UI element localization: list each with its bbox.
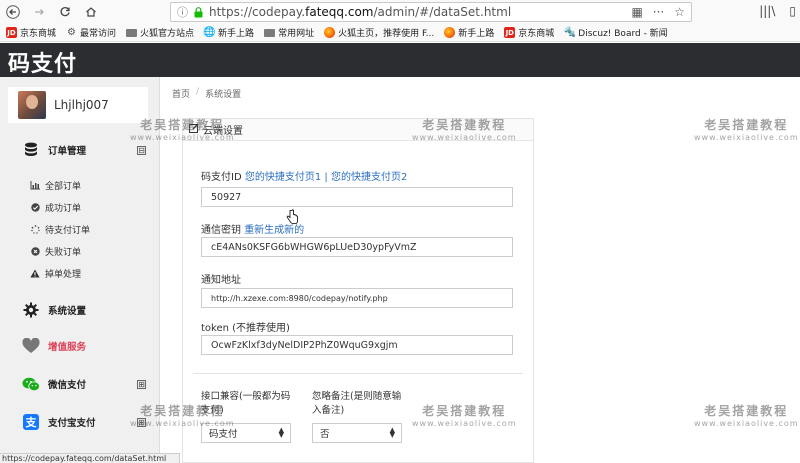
x-circle-icon	[30, 246, 40, 256]
collapse-icon[interactable]: ⊟	[137, 145, 146, 155]
bookmark-discuz[interactable]: 🔩 Discuz! Board - 新闻	[563, 26, 668, 39]
bookmarks-toolbar: JD 京东商城 ⚙ 最常访问 火狐官方站点 🌐 新手上路 常用网址 火狐主页，推荐使用…	[0, 24, 800, 42]
code-id-label: 码支付ID 您的快捷支付页1 | 您的快捷支付页2	[201, 172, 408, 183]
status-bar-url: https://codepay.fateqq.com/dataSet.html	[0, 453, 180, 463]
sidebar-toggle-icon[interactable]: ▯	[789, 4, 796, 18]
divider	[193, 373, 523, 374]
sidebar-item-dropped-orders[interactable]: 掉单处理	[0, 262, 160, 284]
sidebar-group-orders[interactable]: 订单管理 ⊟	[0, 133, 160, 167]
discuz-icon: 🔩	[563, 27, 577, 38]
folder-icon	[126, 27, 137, 38]
sidebar: Lhjlhj007 订单管理 ⊟ 全部订单 成功订单 待支付订单 失败订单 掉单…	[0, 77, 160, 463]
home-icon	[86, 7, 96, 17]
library-icon[interactable]: |||\	[759, 4, 775, 18]
sidebar-group-wechat[interactable]: 微信支付 ⊞	[0, 367, 160, 401]
watermark: 老吴搭建教程 www.weixiaolive.com	[694, 118, 799, 142]
address-bar[interactable]: ⓘ https://codepay.fateqq.com/admin/#/dat…	[170, 2, 692, 22]
browser-toolbar: ⓘ https://codepay.fateqq.com/admin/#/dat…	[0, 0, 800, 24]
quick-pay-page-2-link[interactable]: 您的快捷支付页2	[331, 172, 407, 183]
gear-icon: ⚙	[67, 27, 76, 38]
page-actions-icon[interactable]: ···	[653, 5, 664, 19]
select-caret-icon: ▲ ▼	[278, 426, 284, 439]
user-name: Lhjlhj007	[54, 98, 109, 112]
sidebar-item-settings[interactable]: 系统设置	[0, 293, 160, 327]
back-arrow-icon	[6, 5, 20, 19]
notify-url-field[interactable]: http://h.xzexe.com:8980/codepay/notify.p…	[201, 288, 513, 308]
app-header: 码支付	[0, 43, 800, 77]
heart-icon	[22, 337, 40, 355]
spinner-icon	[30, 224, 40, 234]
site-info-icon[interactable]: ⓘ	[177, 4, 191, 20]
reload-icon	[60, 7, 70, 17]
breadcrumb-current: 系统设置	[205, 90, 242, 100]
bookmark-most-visited[interactable]: ⚙ 最常访问	[66, 26, 116, 39]
check-circle-icon	[30, 202, 40, 212]
forward-arrow-icon	[35, 9, 44, 15]
chart-icon	[30, 180, 40, 190]
qr-code-icon[interactable]: ▦	[631, 5, 642, 19]
bookmark-firefox-home[interactable]: 火狐主页，推荐使用 F...	[324, 26, 434, 39]
breadcrumb: 首页 / 系统设置	[172, 87, 242, 100]
firefox-icon	[444, 27, 456, 38]
brand-logo[interactable]: 码支付	[8, 46, 77, 78]
expand-icon[interactable]: ⊞	[137, 417, 146, 427]
warning-icon	[30, 268, 40, 278]
lock-icon[interactable]	[191, 5, 205, 19]
bookmark-common-sites[interactable]: 常用网址	[264, 26, 314, 39]
breadcrumb-home[interactable]: 首页	[172, 87, 190, 100]
sidebar-item-pending-orders[interactable]: 待支付订单	[0, 218, 160, 240]
bookmark-getting-started-2[interactable]: 新手上路	[444, 26, 494, 39]
token-field[interactable]: OcwFzKlxf3dyNelDIP2PhZ0WquG9xgjm	[201, 335, 513, 355]
wechat-icon	[22, 375, 40, 393]
panel-header: 云端设置	[183, 119, 533, 141]
regenerate-secret-link[interactable]: 重新生成新的	[244, 225, 304, 236]
api-compat-select[interactable]: 码支付 ▲ ▼	[201, 423, 291, 443]
api-compat-label: 接口兼容(一般都为码支付)	[201, 391, 291, 416]
ignore-remark-label: 忽略备注(是则随意输入备注)	[312, 391, 402, 416]
sidebar-item-all-orders[interactable]: 全部订单	[0, 174, 160, 196]
bookmark-jd-2[interactable]: JD 京东商城	[504, 26, 554, 39]
edit-icon	[189, 123, 199, 136]
token-label: token (不推荐使用)	[201, 323, 290, 334]
quick-pay-page-1-link[interactable]: 您的快捷支付页1	[245, 172, 321, 183]
jd-icon: JD	[6, 27, 17, 38]
back-button[interactable]	[0, 0, 26, 24]
firefox-icon	[324, 27, 336, 38]
sidebar-group-alipay[interactable]: 支 支付宝支付 ⊞	[0, 405, 160, 439]
bookmark-star-icon[interactable]: ☆	[674, 5, 685, 19]
home-button[interactable]	[78, 0, 104, 24]
code-id-field[interactable]: 50927	[201, 187, 513, 207]
expand-icon[interactable]: ⊞	[137, 379, 146, 389]
bookmark-getting-started[interactable]: 🌐 新手上路	[203, 26, 254, 39]
reload-button[interactable]	[52, 0, 78, 24]
database-icon	[22, 141, 40, 159]
globe-icon: 🌐	[203, 27, 216, 38]
sidebar-item-success-orders[interactable]: 成功订单	[0, 196, 160, 218]
bookmark-jd[interactable]: JD 京东商城	[6, 26, 56, 39]
watermark: 老吴搭建教程 www.weixiaolive.com	[694, 404, 799, 428]
avatar	[18, 91, 46, 119]
user-card[interactable]: Lhjlhj007	[8, 87, 148, 123]
notify-url-label: 通知地址	[201, 275, 241, 286]
select-caret-icon: ▲ ▼	[389, 426, 395, 439]
gear-icon	[22, 301, 40, 319]
svg-text:支: 支	[25, 415, 38, 429]
forward-button[interactable]	[26, 0, 52, 24]
alipay-icon: 支	[22, 413, 40, 431]
ignore-remark-select[interactable]: 否 ▲ ▼	[312, 423, 402, 443]
panel-title: 云端设置	[203, 126, 243, 137]
sidebar-item-value-added[interactable]: 增值服务	[0, 329, 160, 363]
hand-cursor-icon	[286, 209, 298, 224]
url-text: https://codepay.fateqq.com/admin/#/dataS…	[209, 5, 512, 19]
folder-icon	[264, 27, 275, 38]
bookmark-firefox-official[interactable]: 火狐官方站点	[126, 26, 194, 39]
secret-key-field[interactable]: cE4ANs0KSFG6bWHGW6pLUeD30ypFyVmZ	[201, 237, 513, 257]
sidebar-item-failed-orders[interactable]: 失败订单	[0, 240, 160, 262]
jd-icon: JD	[504, 27, 516, 38]
